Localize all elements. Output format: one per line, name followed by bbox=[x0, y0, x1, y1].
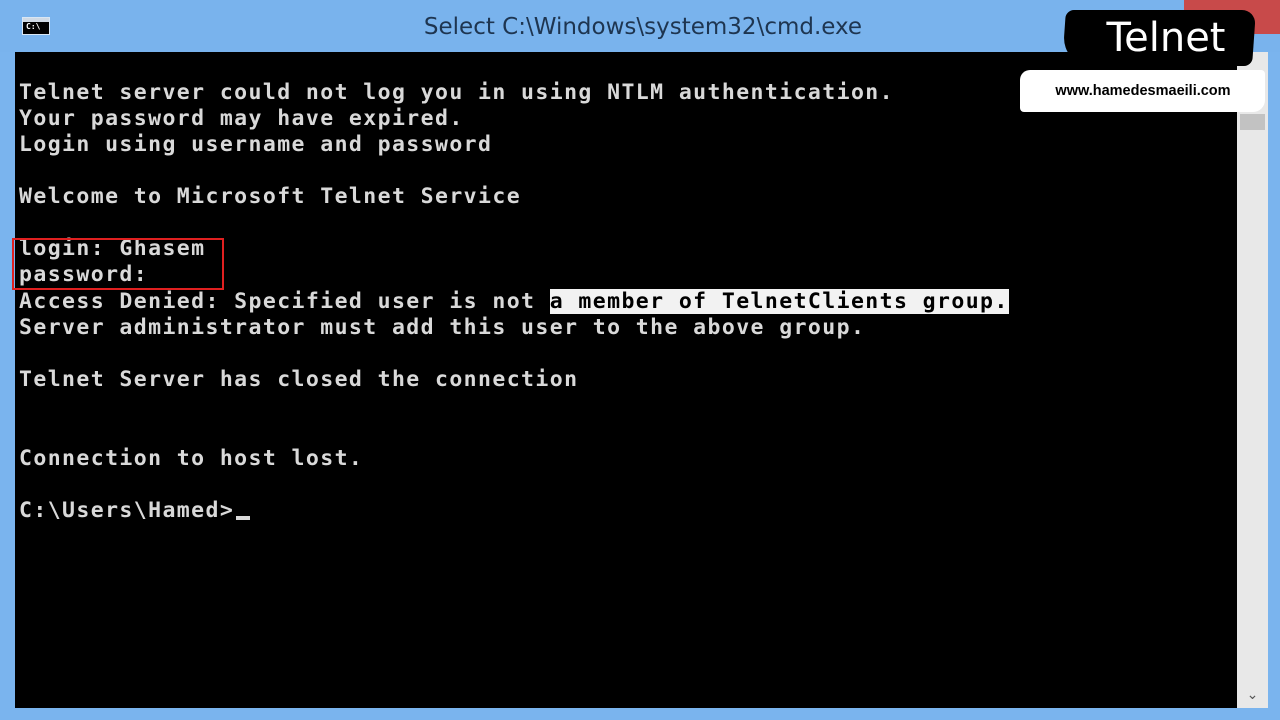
scroll-thumb[interactable] bbox=[1240, 114, 1265, 130]
scroll-down-arrow-icon[interactable]: ⌄ bbox=[1237, 684, 1268, 706]
console-prompt-line[interactable]: C:\Users\Hamed> bbox=[19, 498, 251, 524]
console-line: Telnet server could not log you in using… bbox=[19, 80, 894, 105]
selected-text[interactable]: a member of TelnetClients group. bbox=[549, 289, 1009, 314]
console-line: Telnet Server has closed the connection bbox=[19, 367, 579, 392]
access-denied-text: Access Denied: Specified user is not bbox=[19, 289, 550, 314]
brand-title: Telnet bbox=[1106, 15, 1226, 61]
console-line: Server administrator must add this user … bbox=[19, 315, 866, 340]
console-line: Connection to host lost. bbox=[19, 446, 364, 471]
console-line: Login using username and password bbox=[19, 132, 493, 157]
console-line: Welcome to Microsoft Telnet Service bbox=[19, 184, 522, 209]
console-line-access-denied: Access Denied: Specified user is not a m… bbox=[19, 289, 1009, 315]
vertical-scrollbar[interactable]: ⌄ bbox=[1237, 52, 1268, 708]
brand-url: www.hamedesmaeili.com bbox=[1055, 83, 1231, 99]
login-highlight-box bbox=[12, 238, 224, 290]
command-prompt: C:\Users\Hamed> bbox=[19, 498, 235, 523]
icon-prompt-text: C:\ bbox=[26, 22, 41, 31]
window-frame-right bbox=[1268, 52, 1280, 720]
console-line: Your password may have expired. bbox=[19, 106, 464, 131]
window-title: Select C:\Windows\system32\cmd.exe bbox=[423, 14, 863, 40]
cmd-app-icon[interactable]: C:\ bbox=[22, 17, 50, 35]
window-frame-bottom bbox=[0, 708, 1280, 720]
text-cursor bbox=[236, 516, 251, 520]
console-output[interactable]: Telnet server could not log you in using… bbox=[15, 52, 1237, 708]
